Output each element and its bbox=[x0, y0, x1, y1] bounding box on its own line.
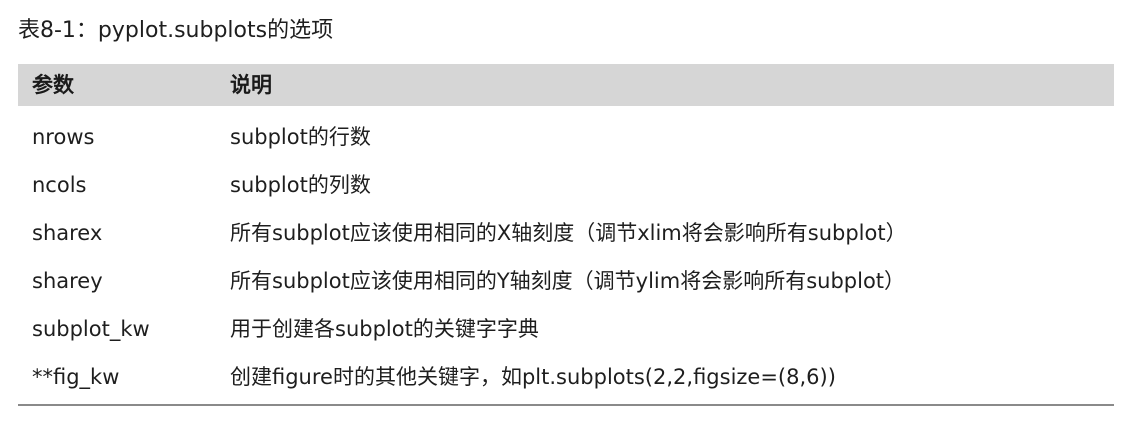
table-row: sharex 所有subplot应该使用相同的X轴刻度（调节xlim将会影响所有… bbox=[18, 209, 1114, 257]
table-body: nrows subplot的行数 ncols subplot的列数 sharex… bbox=[18, 106, 1114, 401]
row-param: sharex bbox=[32, 221, 103, 245]
row-description: subplot的行数 bbox=[230, 125, 371, 149]
row-description: 所有subplot应该使用相同的X轴刻度（调节xlim将会影响所有subplot… bbox=[230, 221, 907, 245]
header-description: 说明 bbox=[230, 73, 272, 97]
table-row: ncols subplot的列数 bbox=[18, 161, 1114, 209]
options-table: 参数 说明 nrows subplot的行数 ncols subplot的列数 … bbox=[18, 64, 1114, 406]
row-description: 所有subplot应该使用相同的Y轴刻度（调节ylim将会影响所有subplot… bbox=[230, 269, 906, 293]
table-caption: 表8-1：pyplot.subplots的选项 bbox=[18, 18, 334, 43]
row-param: sharey bbox=[32, 269, 103, 293]
table-row: sharey 所有subplot应该使用相同的Y轴刻度（调节ylim将会影响所有… bbox=[18, 257, 1114, 305]
row-param: **fig_kw bbox=[32, 365, 120, 389]
row-description: subplot的列数 bbox=[230, 173, 371, 197]
table-header: 参数 说明 bbox=[18, 64, 1114, 106]
table-row: nrows subplot的行数 bbox=[18, 113, 1114, 161]
table-bottom-rule bbox=[18, 404, 1114, 406]
table-row: **fig_kw 创建figure时的其他关键字，如plt.subplots(2… bbox=[18, 353, 1114, 401]
header-param: 参数 bbox=[32, 73, 74, 97]
row-param: ncols bbox=[32, 173, 87, 197]
table-row: subplot_kw 用于创建各subplot的关键字字典 bbox=[18, 305, 1114, 353]
row-param: nrows bbox=[32, 125, 95, 149]
row-description: 用于创建各subplot的关键字字典 bbox=[230, 317, 539, 341]
row-param: subplot_kw bbox=[32, 317, 150, 341]
row-description: 创建figure时的其他关键字，如plt.subplots(2,2,figsiz… bbox=[230, 365, 836, 389]
